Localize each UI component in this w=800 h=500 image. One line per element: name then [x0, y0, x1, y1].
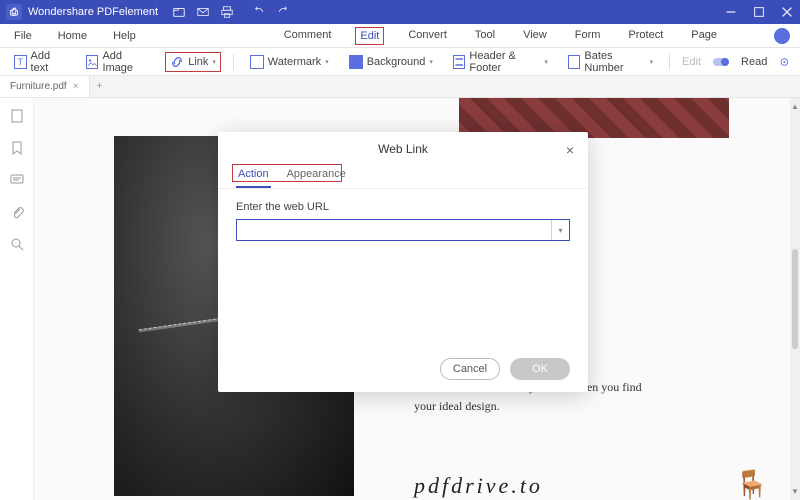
- tool-link-label: Link: [188, 56, 208, 68]
- tool-background[interactable]: Background ▾: [345, 53, 437, 71]
- cancel-button[interactable]: Cancel: [440, 358, 500, 380]
- tool-add-text-label: Add text: [31, 50, 66, 74]
- close-icon[interactable]: ×: [566, 142, 574, 158]
- chevron-down-icon: ▾: [650, 58, 654, 66]
- chevron-down-icon: ▾: [212, 58, 216, 66]
- tool-bates-label: Bates Number: [584, 50, 645, 74]
- tab-close-icon[interactable]: ×: [73, 81, 79, 92]
- dialog-tabs: Action Appearance: [218, 166, 588, 189]
- attachments-icon[interactable]: [9, 204, 25, 220]
- maximize-icon[interactable]: [752, 5, 766, 19]
- tool-header-footer[interactable]: Header & Footer ▾: [449, 48, 552, 76]
- minimize-icon[interactable]: [724, 5, 738, 19]
- text-icon: T: [14, 55, 27, 69]
- scroll-down-icon[interactable]: ▼: [791, 487, 799, 496]
- app-title: Wondershare PDFelement: [28, 6, 158, 18]
- search-icon[interactable]: [9, 236, 25, 252]
- menu-form[interactable]: Form: [571, 27, 605, 45]
- tab-appearance[interactable]: Appearance: [285, 166, 348, 188]
- redo-icon[interactable]: [276, 5, 290, 19]
- open-icon[interactable]: [172, 5, 186, 19]
- chevron-down-icon: ▾: [325, 58, 329, 66]
- tool-link[interactable]: Link ▾: [165, 52, 221, 72]
- ok-button[interactable]: OK: [510, 358, 570, 380]
- dialog-title: Web Link: [378, 142, 428, 156]
- chair-icon: 🪑: [734, 468, 769, 500]
- tool-add-text[interactable]: T Add text: [10, 48, 70, 76]
- chevron-down-icon: ▾: [429, 58, 433, 66]
- menu-page[interactable]: Page: [687, 27, 721, 45]
- bates-icon: [568, 55, 580, 69]
- toolbar: T Add text Add Image Link ▾ Watermark ▾ …: [0, 48, 800, 76]
- image-icon: [86, 55, 99, 69]
- tool-add-image-label: Add Image: [102, 50, 149, 74]
- url-input[interactable]: [237, 220, 551, 240]
- url-field-label: Enter the web URL: [236, 201, 570, 213]
- menu-protect[interactable]: Protect: [624, 27, 667, 45]
- scrollbar-thumb[interactable]: [792, 249, 798, 349]
- tool-add-image[interactable]: Add Image: [82, 48, 153, 76]
- tab-add-button[interactable]: +: [90, 76, 110, 97]
- menu-edit[interactable]: Edit: [355, 27, 384, 45]
- mode-edit-label: Edit: [682, 56, 701, 68]
- document-tabs: Furniture.pdf × +: [0, 76, 800, 98]
- tool-bates[interactable]: Bates Number ▾: [564, 48, 657, 76]
- header-footer-icon: [453, 55, 465, 69]
- menu-tool[interactable]: Tool: [471, 27, 499, 45]
- titlebar: ⎙ Wondershare PDFelement: [0, 0, 800, 24]
- tool-header-footer-label: Header & Footer: [469, 50, 540, 74]
- thumbnails-icon[interactable]: [9, 108, 25, 124]
- menu-convert[interactable]: Convert: [404, 27, 451, 45]
- menu-help[interactable]: Help: [109, 28, 140, 44]
- menu-file[interactable]: File: [10, 28, 36, 44]
- menu-home[interactable]: Home: [54, 28, 91, 44]
- url-input-group: ▾: [236, 219, 570, 241]
- menu-view[interactable]: View: [519, 27, 551, 45]
- link-icon: [170, 55, 184, 69]
- web-link-dialog: Web Link × Action Appearance Enter the w…: [218, 132, 588, 392]
- avatar[interactable]: [774, 28, 790, 44]
- document-brand-text: pdfdrive.to: [414, 473, 543, 499]
- divider: [669, 54, 670, 70]
- divider: [233, 54, 234, 70]
- close-window-icon[interactable]: [780, 5, 794, 19]
- scroll-up-icon[interactable]: ▲: [791, 102, 799, 111]
- menubar: File Home Help Comment Edit Convert Tool…: [0, 24, 800, 48]
- vertical-scrollbar[interactable]: ▲ ▼: [790, 98, 800, 500]
- mail-icon[interactable]: [196, 5, 210, 19]
- settings-icon[interactable]: [779, 56, 790, 68]
- print-icon[interactable]: [220, 5, 234, 19]
- tab-action[interactable]: Action: [236, 166, 271, 188]
- comments-icon[interactable]: [9, 172, 25, 188]
- app-logo-icon: ⎙: [6, 4, 22, 20]
- background-icon: [349, 55, 363, 69]
- bookmark-icon[interactable]: [9, 140, 25, 156]
- tool-background-label: Background: [367, 56, 426, 68]
- menu-comment[interactable]: Comment: [280, 27, 336, 45]
- tab-label: Furniture.pdf: [10, 81, 67, 92]
- mode-toggle[interactable]: [713, 58, 729, 66]
- sidebar: [0, 98, 34, 500]
- chevron-down-icon: ▾: [544, 58, 548, 66]
- tool-watermark[interactable]: Watermark ▾: [246, 53, 333, 71]
- tab-furniture[interactable]: Furniture.pdf ×: [0, 76, 90, 97]
- tool-watermark-label: Watermark: [268, 56, 321, 68]
- mode-read-label: Read: [741, 56, 767, 68]
- undo-icon[interactable]: [252, 5, 266, 19]
- watermark-icon: [250, 55, 264, 69]
- url-dropdown-button[interactable]: ▾: [551, 220, 569, 240]
